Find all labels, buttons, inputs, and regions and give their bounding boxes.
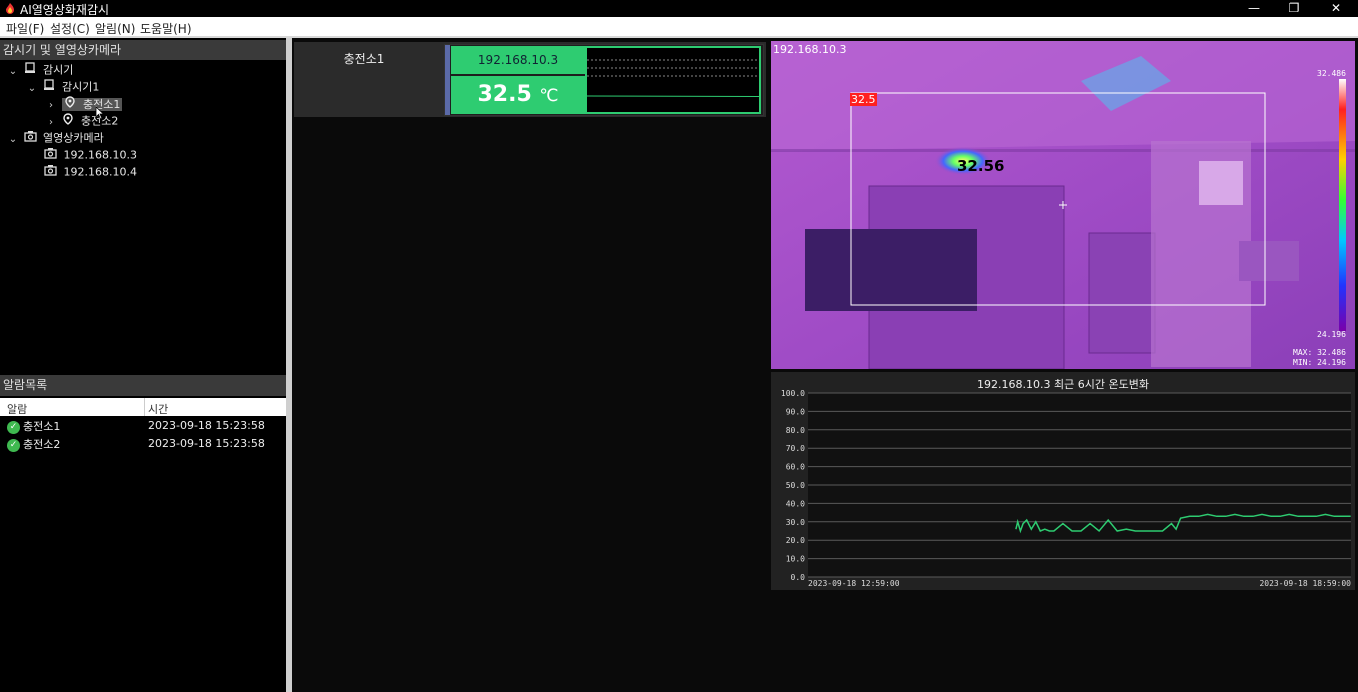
temperature-sparkline: [585, 46, 761, 114]
tree-label: 감시기: [43, 63, 74, 77]
x-tick-label-start: 2023-09-18 12:59:00: [808, 579, 900, 588]
tree-label: 열영상카메라: [43, 131, 104, 145]
tree-node-camera-1[interactable]: 192.168.10.3: [44, 147, 137, 163]
y-tick-label: 80.0: [786, 426, 805, 435]
y-tick-label: 60.0: [786, 463, 805, 472]
chevron-down-icon[interactable]: ⌄: [25, 81, 39, 97]
monitor-icon: [43, 79, 59, 96]
mouse-cursor-icon: [95, 106, 105, 123]
check-icon: ✓: [7, 438, 20, 452]
tree-header: 감시기 및 열영상카메라: [0, 40, 286, 60]
tree-node-station-1[interactable]: › 충전소1: [44, 96, 123, 114]
max-temp-label: MAX: 32.486: [1293, 348, 1346, 357]
camera-icon: [44, 164, 60, 181]
alarm-row[interactable]: ✓ 충전소2 2023-09-18 15:23:58: [0, 435, 286, 452]
chevron-down-icon[interactable]: ⌄: [6, 132, 20, 148]
temperature-chart: 100.0 90.0 80.0 70.0 60.0 50.0 40.0 30.0 20.0 10.…: [781, 389, 1351, 588]
camera-icon: [23, 130, 40, 147]
menu-file[interactable]: 파일(F): [6, 20, 44, 37]
title-bar: AI열영상화재감시 — ❐ ✕: [0, 0, 1358, 17]
y-tick-label: 40.0: [786, 499, 805, 508]
monitor-icon: [24, 62, 40, 79]
temperature-unit: ℃: [539, 86, 559, 106]
station-name: 충전소1: [343, 52, 385, 66]
thermal-camera-view[interactable]: 192.168.10.3 32.5 32.56 32.486 24.196 MA…: [771, 41, 1355, 369]
alarm-table-header: 알람 시간: [0, 398, 286, 416]
device-tree: ⌄ 감시기 ⌄ 감시기1 › 충전소1 › 충전소2 ⌄ 열영상카메라 192.…: [0, 62, 286, 372]
y-tick-label: 90.0: [786, 407, 805, 416]
alarm-row[interactable]: ✓ 충전소1 2023-09-18 15:23:58: [0, 417, 286, 434]
y-tick-label: 70.0: [786, 444, 805, 453]
menu-bar: 파일(F) 설정(C) 알림(N) 도움말(H): [0, 17, 1358, 36]
tree-label: 192.168.10.4: [63, 165, 137, 179]
tree-node-monitor-root[interactable]: ⌄ 감시기: [6, 62, 73, 78]
card-accent: [445, 45, 450, 115]
window-title: AI열영상화재감시: [20, 3, 110, 17]
tree-node-camera-root[interactable]: ⌄ 열영상카메라: [6, 130, 104, 146]
thermal-image: [771, 41, 1355, 369]
camera-temp-card[interactable]: 192.168.10.3 32.5 ℃: [444, 44, 764, 116]
column-alarm[interactable]: 알람: [7, 401, 27, 417]
tree-node-station-2[interactable]: › 충전소2: [44, 113, 118, 129]
app-icon: [4, 2, 16, 14]
x-tick-label-end: 2023-09-18 18:59:00: [1259, 579, 1351, 588]
maximize-button[interactable]: ❐: [1276, 0, 1312, 17]
scale-min-label: 24.196: [1317, 330, 1346, 339]
tree-node-monitor-1[interactable]: ⌄ 감시기1: [25, 79, 99, 95]
selected-item: 충전소1: [61, 96, 123, 113]
chevron-right-icon[interactable]: ›: [44, 115, 58, 131]
column-time[interactable]: 시간: [148, 401, 168, 417]
scale-max-label: 32.486: [1317, 69, 1346, 78]
location-pin-icon: [62, 113, 78, 130]
menu-alarm[interactable]: 알림(N): [95, 20, 135, 37]
y-tick-label: 10.0: [786, 555, 805, 564]
tree-label: 192.168.10.3: [63, 148, 137, 162]
alarm-time: 2023-09-18 15:23:58: [148, 419, 265, 432]
alarm-time: 2023-09-18 15:23:58: [148, 437, 265, 450]
minimize-button[interactable]: —: [1236, 0, 1272, 17]
location-pin-icon: [64, 96, 80, 113]
camera-ip: 192.168.10.3: [451, 46, 585, 74]
alarm-header: 알람목록: [0, 375, 286, 396]
left-panel: 감시기 및 열영상카메라 ⌄ 감시기 ⌄ 감시기1 › 충전소1 › 충전소2 …: [0, 38, 286, 692]
temperature-chart-panel: 192.168.10.3 최근 6시간 온도변화 100.0 90.0 80.0 70…: [771, 372, 1355, 590]
chevron-down-icon[interactable]: ⌄: [6, 64, 20, 80]
camera-ip-overlay: 192.168.10.3: [773, 43, 847, 56]
menu-help[interactable]: 도움말(H): [140, 20, 192, 37]
menu-settings[interactable]: 설정(C): [50, 20, 90, 37]
y-tick-label: 0.0: [791, 573, 806, 582]
check-icon: ✓: [7, 420, 20, 434]
alarm-name: 충전소1: [23, 420, 61, 433]
temperature-display: 32.5 ℃: [451, 76, 585, 114]
alarm-table: 알람 시간 ✓ 충전소1 2023-09-18 15:23:58 ✓ 충전소2 20…: [0, 398, 286, 692]
hotspot-temperature: 32.56: [957, 157, 1005, 175]
alarm-name: 충전소2: [23, 438, 61, 451]
camera-icon: [44, 147, 60, 164]
y-tick-label: 100.0: [781, 389, 805, 398]
temperature-value: 32.5: [477, 82, 532, 107]
column-divider: [144, 398, 145, 416]
y-tick-label: 30.0: [786, 518, 805, 527]
close-button[interactable]: ✕: [1318, 0, 1354, 17]
tree-label: 감시기1: [62, 80, 100, 94]
roi-temperature-label: 32.5: [850, 93, 877, 106]
chevron-right-icon[interactable]: ›: [44, 98, 58, 114]
panel-splitter[interactable]: [286, 38, 292, 692]
tree-node-camera-2[interactable]: 192.168.10.4: [44, 164, 137, 180]
y-tick-label: 50.0: [786, 481, 805, 490]
min-temp-label: MIN: 24.196: [1293, 358, 1346, 367]
y-tick-label: 20.0: [786, 536, 805, 545]
